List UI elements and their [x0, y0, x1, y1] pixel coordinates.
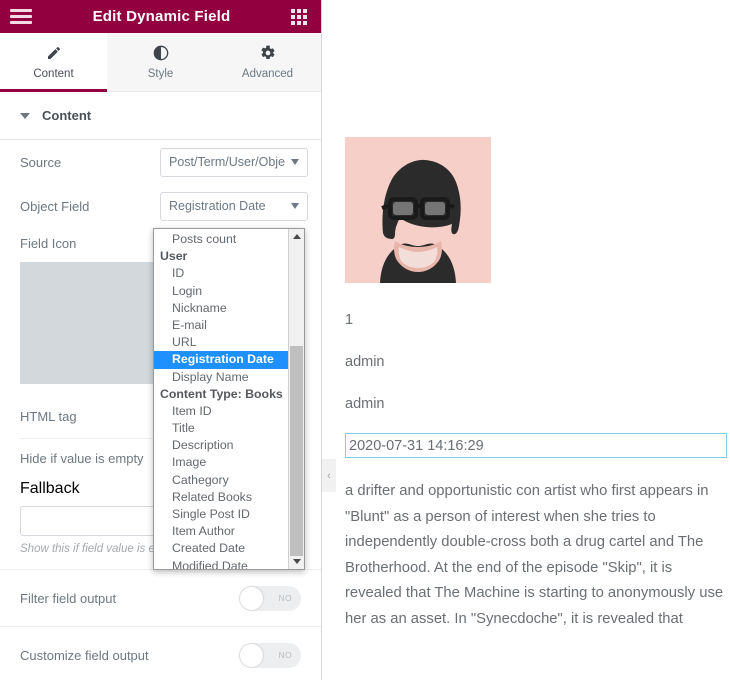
chevron-down-icon	[20, 112, 30, 119]
filter-field-output-label: Filter field output	[20, 590, 117, 606]
source-select[interactable]: Post/Term/User/Objec	[160, 147, 308, 177]
dropdown-group-label: User	[160, 249, 188, 264]
dropdown-scrollbar[interactable]	[288, 229, 304, 569]
dropdown-item[interactable]: ID	[154, 265, 288, 282]
dropdown-item[interactable]: URL	[154, 334, 288, 351]
row-filter-field-output: Filter field output NO	[20, 570, 301, 626]
dropdown-item[interactable]: Login	[154, 283, 288, 300]
preview-paragraph: a drifter and opportunistic con artist w…	[345, 483, 724, 627]
customize-field-output-label: Customize field output	[20, 647, 149, 663]
panel-collapse-handle[interactable]: ‹	[322, 459, 336, 492]
tab-style-label: Style	[147, 68, 174, 80]
object-field-dropdown[interactable]: Posts count User ID Login Nickname E-mail URL R…	[153, 228, 305, 570]
section-content-header[interactable]: Content	[0, 92, 321, 140]
object-field-label: Object Field	[20, 198, 90, 214]
chevron-left-icon: ‹	[327, 469, 331, 482]
tab-advanced[interactable]: Advanced	[214, 33, 321, 91]
source-select-value: Post/Term/User/Objec	[169, 155, 285, 169]
toggle-knob	[240, 586, 263, 610]
dropdown-item[interactable]: Title	[154, 420, 288, 437]
customize-field-output-state: NO	[278, 650, 292, 660]
chevron-down-icon	[291, 203, 299, 209]
dropdown-item[interactable]: Item ID	[154, 403, 288, 420]
row-customize-field-output: Customize field output NO	[20, 627, 301, 680]
dropdown-item[interactable]: Related Books	[154, 489, 288, 506]
dropdown-item[interactable]: Image	[154, 454, 288, 471]
filter-field-output-toggle[interactable]: NO	[239, 585, 301, 611]
pencil-icon	[46, 44, 62, 62]
panel-tabs: Content Style Advanced	[0, 33, 321, 92]
panel-header: Edit Dynamic Field	[0, 0, 321, 33]
dropdown-group-label: Content Type: Books	[160, 386, 283, 401]
row-source: Source Post/Term/User/Objec	[20, 140, 308, 184]
preview-date-field[interactable]: 2020-07-31 14:16:29	[345, 433, 727, 458]
dropdown-item[interactable]: Cathegory	[154, 472, 288, 489]
dropdown-item[interactable]: Description	[154, 437, 288, 454]
tab-content[interactable]: Content	[0, 33, 107, 92]
source-label: Source	[20, 154, 62, 170]
dropdown-item[interactable]: Created Date	[154, 540, 288, 557]
scrollbar-thumb[interactable]	[290, 346, 303, 556]
scroll-up-arrow-icon[interactable]	[289, 229, 304, 244]
contrast-icon	[153, 44, 169, 62]
chevron-down-icon	[291, 159, 299, 165]
hamburger-icon[interactable]	[10, 9, 32, 24]
tab-content-label: Content	[33, 68, 74, 80]
tab-style[interactable]: Style	[107, 33, 214, 91]
preview-line-2: admin	[345, 354, 385, 370]
html-tag-label: HTML tag	[20, 408, 77, 424]
field-icon-label: Field Icon	[20, 235, 77, 251]
row-object-field: Object Field Registration Date	[20, 184, 308, 228]
preview-date-value: 2020-07-31 14:16:29	[349, 437, 484, 454]
app-root: Edit Dynamic Field Content Style Advance…	[0, 0, 730, 680]
panel-title: Edit Dynamic Field	[92, 8, 231, 25]
dropdown-item[interactable]: Item Author	[154, 523, 288, 540]
preview-line-1: 1	[345, 312, 354, 328]
avatar	[345, 137, 491, 283]
dropdown-item[interactable]: Nickname	[154, 300, 288, 317]
customize-field-output-toggle[interactable]: NO	[239, 642, 301, 668]
preview-line-3: admin	[345, 396, 385, 412]
grid-icon[interactable]	[291, 8, 307, 25]
object-field-dropdown-list: Posts count User ID Login Nickname E-mail URL R…	[154, 229, 288, 569]
object-field-select[interactable]: Registration Date	[160, 191, 308, 221]
filter-field-output-state: NO	[278, 593, 292, 603]
dropdown-item[interactable]: E-mail	[154, 317, 288, 334]
dropdown-item[interactable]: Posts count	[154, 231, 288, 248]
dropdown-item[interactable]: Display Name	[154, 369, 288, 386]
toggle-knob	[240, 643, 263, 667]
gear-icon	[260, 44, 276, 62]
dropdown-item[interactable]: Single Post ID	[154, 506, 288, 523]
dropdown-item[interactable]: Modified Date	[154, 558, 288, 569]
object-field-select-value: Registration Date	[169, 199, 266, 213]
scroll-down-arrow-icon[interactable]	[289, 554, 304, 569]
preview-pane: 1 admin admin 2020-07-31 14:16:29 a drif…	[322, 0, 730, 680]
section-content-label: Content	[42, 108, 92, 123]
tab-advanced-label: Advanced	[241, 68, 294, 80]
dropdown-item[interactable]: Registration Date	[154, 351, 288, 369]
